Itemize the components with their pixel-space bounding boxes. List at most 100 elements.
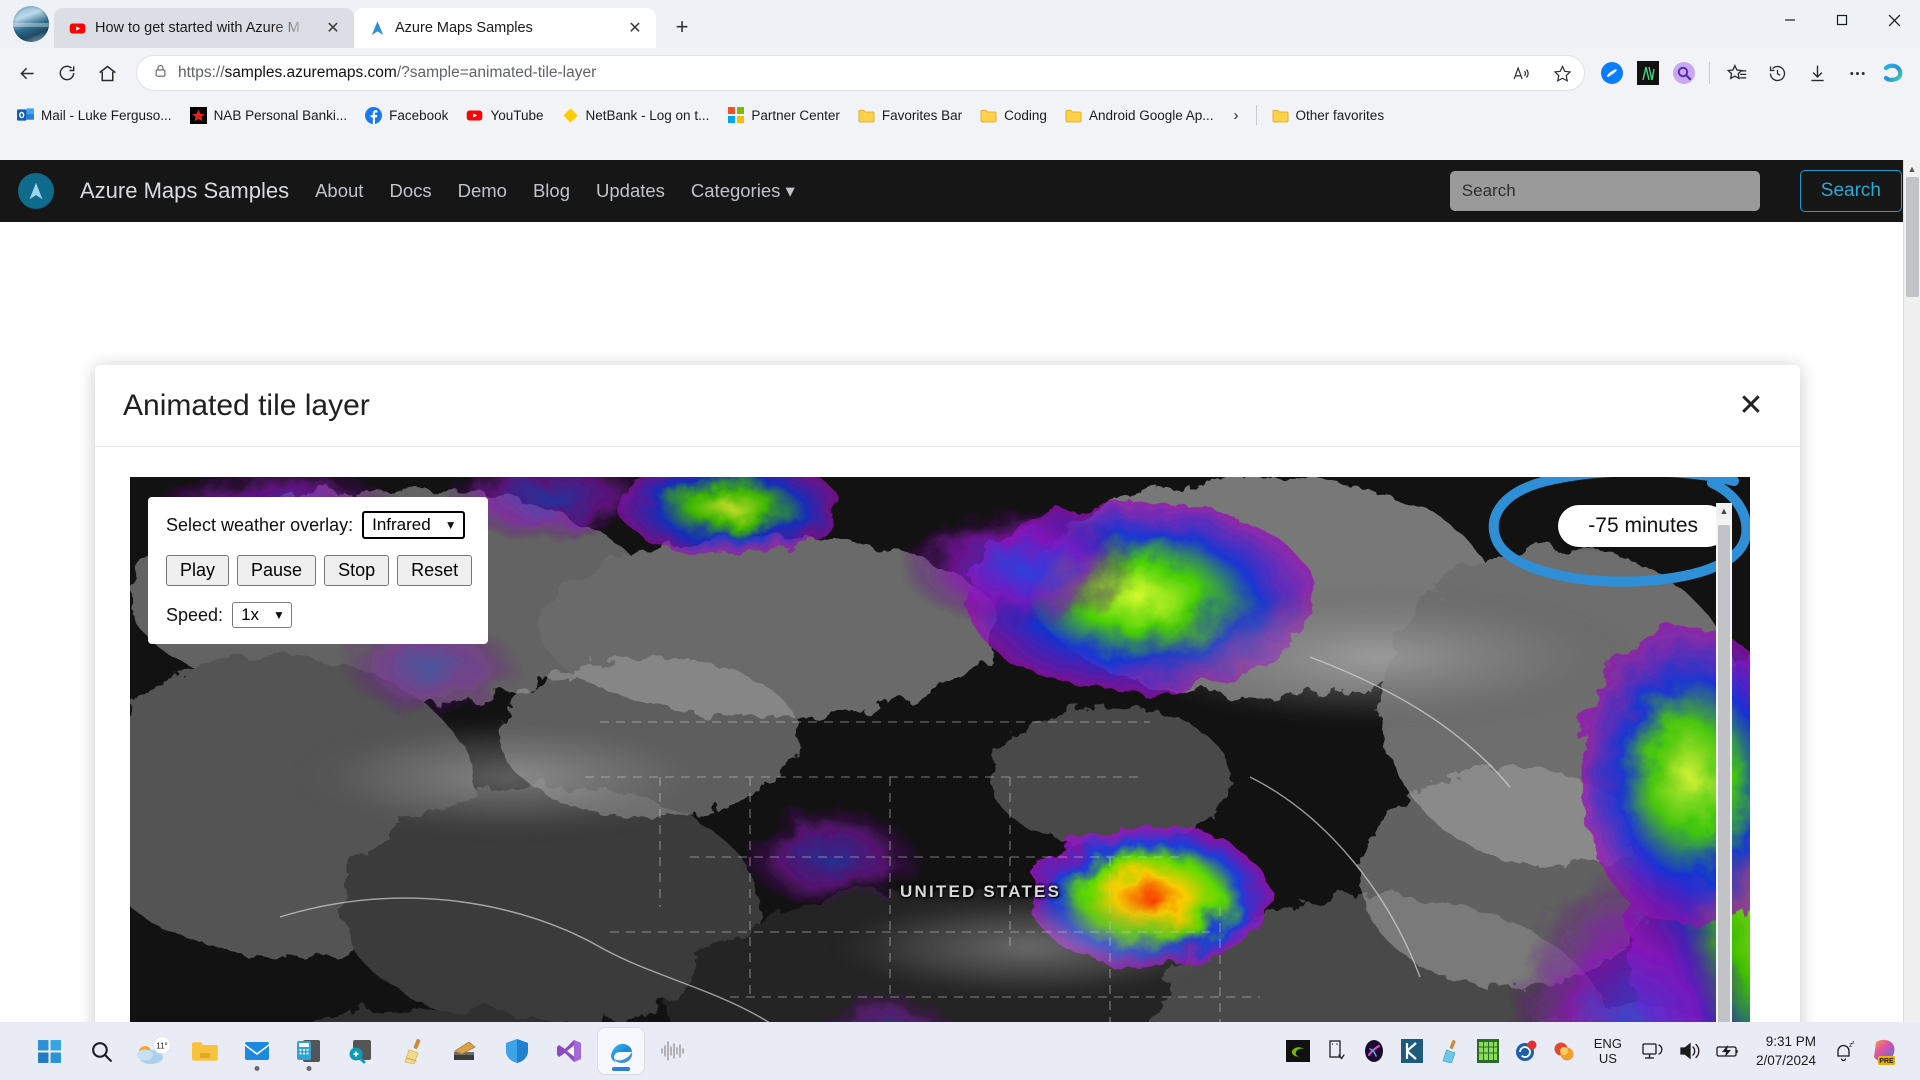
history-icon[interactable] bbox=[1758, 54, 1796, 92]
spreadsheet-icon[interactable] bbox=[1474, 1037, 1502, 1065]
bookmark-youtube[interactable]: YouTube bbox=[459, 103, 550, 128]
browser-tab-youtube[interactable]: How to get started with Azure M ✕ bbox=[54, 8, 354, 48]
home-icon[interactable] bbox=[88, 54, 126, 92]
map-scroll-thumb[interactable] bbox=[1718, 525, 1730, 1022]
stop-button[interactable]: Stop bbox=[324, 555, 390, 586]
shazam-extension-icon[interactable] bbox=[1595, 56, 1629, 90]
youtube-icon bbox=[466, 107, 483, 124]
collections-icon[interactable] bbox=[1718, 54, 1756, 92]
reset-button[interactable]: Reset bbox=[397, 555, 473, 586]
nav-link-about[interactable]: About bbox=[315, 180, 363, 202]
bookmark-nab[interactable]: NAB Personal Banki... bbox=[183, 103, 355, 128]
copilot-pre-icon[interactable]: PRE bbox=[1868, 1035, 1902, 1067]
speed-select[interactable]: 1x ▼ bbox=[232, 602, 292, 628]
bookmark-mail[interactable]: Mail - Luke Ferguso... bbox=[10, 103, 179, 128]
bookmark-label: Facebook bbox=[389, 107, 449, 123]
close-icon[interactable]: ✕ bbox=[622, 15, 648, 41]
microsoft-edge-icon[interactable] bbox=[598, 1028, 644, 1074]
mail-icon[interactable] bbox=[234, 1028, 280, 1074]
cleaner-tray-icon[interactable] bbox=[1436, 1037, 1464, 1065]
running-indicator bbox=[254, 1066, 260, 1071]
nav-link-categories[interactable]: Categories ▾ bbox=[691, 180, 795, 202]
volume-icon[interactable] bbox=[1676, 1037, 1704, 1065]
profile-avatar-button[interactable] bbox=[8, 1, 54, 47]
page-scroll-thumb[interactable] bbox=[1906, 177, 1919, 297]
settings-more-icon[interactable] bbox=[1838, 54, 1876, 92]
map-scroll-up-icon[interactable]: ▲ bbox=[1716, 503, 1732, 519]
calculator-icon[interactable] bbox=[286, 1028, 332, 1074]
cleaner-icon[interactable] bbox=[390, 1028, 436, 1074]
sync-icon[interactable] bbox=[1512, 1037, 1540, 1065]
map-canvas[interactable]: UNITED STATES Sargasso Sea Select weathe… bbox=[130, 477, 1750, 1022]
nvidia-icon[interactable] bbox=[1284, 1037, 1312, 1065]
site-brand[interactable]: Azure Maps Samples bbox=[80, 178, 289, 204]
maximize-button[interactable] bbox=[1816, 0, 1868, 40]
file-explorer-icon[interactable] bbox=[182, 1028, 228, 1074]
security-shield-icon[interactable] bbox=[494, 1028, 540, 1074]
weather-widget-icon[interactable]: 11° bbox=[130, 1028, 176, 1074]
clock-date: 2/07/2024 bbox=[1755, 1053, 1816, 1068]
scroll-up-icon[interactable]: ▲ bbox=[1904, 160, 1920, 177]
copilot-icon[interactable] bbox=[1878, 56, 1912, 90]
audio-device-icon[interactable] bbox=[1360, 1037, 1388, 1065]
playback-buttons: Play Pause Stop Reset bbox=[166, 555, 473, 586]
site-search-button[interactable]: Search bbox=[1799, 170, 1902, 212]
new-tab-button[interactable]: + bbox=[664, 9, 700, 45]
nav-link-blog[interactable]: Blog bbox=[533, 180, 570, 202]
bookmark-partner-center[interactable]: Partner Center bbox=[720, 103, 847, 128]
usb-eject-icon[interactable] bbox=[1322, 1037, 1350, 1065]
play-button[interactable]: Play bbox=[166, 555, 230, 586]
site-search-input[interactable]: Search bbox=[1449, 171, 1760, 211]
archive-icon[interactable] bbox=[442, 1028, 488, 1074]
outlook-icon bbox=[17, 107, 34, 124]
start-windows-icon[interactable] bbox=[26, 1028, 72, 1074]
weather-overlay-select[interactable]: Infrared ▼ bbox=[362, 511, 465, 539]
folder-icon bbox=[980, 107, 997, 124]
bookmark-android-google-apps[interactable]: Android Google Ap... bbox=[1058, 103, 1221, 128]
dark-extension-icon[interactable] bbox=[1631, 56, 1665, 90]
bookmark-facebook[interactable]: Facebook bbox=[358, 103, 455, 128]
chat-icon[interactable] bbox=[1550, 1037, 1578, 1065]
bookmark-label: NetBank - Log on t... bbox=[585, 107, 710, 123]
bookmarks-overflow-chevron-icon[interactable]: › bbox=[1225, 103, 1248, 128]
read-aloud-icon[interactable] bbox=[1504, 58, 1536, 88]
chevron-down-icon: ▼ bbox=[444, 518, 457, 532]
back-icon[interactable] bbox=[8, 54, 46, 92]
bookmark-netbank[interactable]: NetBank - Log on t... bbox=[555, 103, 717, 128]
purple-search-extension-icon[interactable] bbox=[1667, 56, 1701, 90]
close-icon[interactable]: ✕ bbox=[1728, 383, 1774, 429]
battery-icon[interactable] bbox=[1714, 1037, 1742, 1065]
clock[interactable]: 9:31 PM 2/07/2024 bbox=[1752, 1032, 1820, 1070]
kaspersky-icon[interactable] bbox=[1398, 1037, 1426, 1065]
notifications-dnd-icon[interactable]: zz bbox=[1830, 1037, 1858, 1065]
map-scrollbar[interactable]: ▲ bbox=[1716, 503, 1732, 1022]
bookmark-coding[interactable]: Coding bbox=[973, 103, 1054, 128]
audio-waveform-icon[interactable] bbox=[650, 1028, 696, 1074]
bookmark-label: Mail - Luke Ferguso... bbox=[41, 107, 172, 123]
browser-tab-azure-maps[interactable]: Azure Maps Samples ✕ bbox=[354, 8, 656, 48]
minimize-button[interactable] bbox=[1764, 0, 1816, 40]
snipping-tool-icon[interactable] bbox=[338, 1028, 384, 1074]
address-bar[interactable]: https://samples.azuremaps.com/?sample=an… bbox=[136, 55, 1585, 91]
bookmark-favorites-bar[interactable]: Favorites Bar bbox=[851, 103, 969, 128]
pause-button[interactable]: Pause bbox=[237, 555, 317, 586]
downloads-icon[interactable] bbox=[1798, 54, 1836, 92]
page-content: Azure Maps Samples About Docs Demo Blog … bbox=[0, 160, 1920, 1022]
tab-title: Azure Maps Samples bbox=[395, 20, 533, 36]
page-scrollbar[interactable]: ▲ bbox=[1903, 160, 1920, 1022]
close-icon[interactable]: ✕ bbox=[320, 15, 346, 41]
nav-link-updates[interactable]: Updates bbox=[596, 180, 665, 202]
visual-studio-icon[interactable] bbox=[546, 1028, 592, 1074]
nav-link-demo[interactable]: Demo bbox=[458, 180, 507, 202]
search-icon[interactable] bbox=[78, 1028, 124, 1074]
bookmark-other-favorites[interactable]: Other favorites bbox=[1265, 103, 1392, 128]
language-indicator[interactable]: ENG US bbox=[1588, 1036, 1628, 1066]
toolbar-divider bbox=[1709, 62, 1710, 84]
close-window-button[interactable] bbox=[1868, 0, 1920, 40]
favorite-star-icon[interactable] bbox=[1546, 58, 1578, 88]
refresh-icon[interactable] bbox=[48, 54, 86, 92]
network-icon[interactable] bbox=[1638, 1037, 1666, 1065]
folder-icon bbox=[1065, 107, 1082, 124]
nav-link-docs[interactable]: Docs bbox=[389, 180, 431, 202]
bookmarks-bar: Mail - Luke Ferguso... NAB Personal Bank… bbox=[0, 98, 1920, 132]
